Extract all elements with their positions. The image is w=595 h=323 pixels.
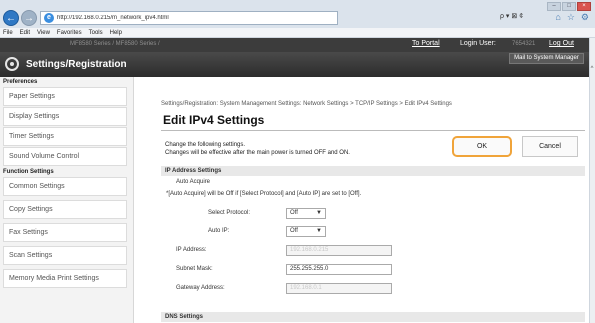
auto-ip-label: Auto IP:: [208, 228, 230, 234]
favorites-star-icon[interactable]: ☆: [567, 12, 575, 23]
subnet-mask-input[interactable]: 255.255.255.0: [286, 264, 392, 275]
address-tools[interactable]: ρ ▾ ⊠ ¢: [500, 12, 523, 20]
breadcrumb: Settings/Registration: System Management…: [161, 101, 452, 107]
title-divider: [161, 130, 585, 131]
arrow-left-icon: ←: [6, 13, 16, 24]
gateway-address-input[interactable]: 192.168.0.1: [286, 283, 392, 294]
login-user-label: Login User:: [460, 40, 496, 47]
menu-edit[interactable]: Edit: [20, 28, 30, 37]
browser-logo-icon: e: [44, 13, 54, 23]
cancel-button[interactable]: Cancel: [522, 136, 578, 157]
sidebar-item-memory-media-print-settings[interactable]: Memory Media Print Settings: [3, 269, 127, 288]
power-note-text: Changes will be effective after the main…: [165, 150, 350, 156]
gateway-address-label: Gateway Address:: [176, 285, 225, 291]
ip-address-label: IP Address:: [176, 247, 207, 253]
menu-file[interactable]: File: [3, 28, 13, 37]
window-controls: – □ ×: [547, 2, 591, 11]
gear-settings-icon[interactable]: ⚙: [581, 12, 589, 23]
page-title: Edit IPv4 Settings: [163, 113, 265, 127]
home-icon[interactable]: ⌂: [555, 12, 560, 23]
chevron-down-icon: ▼: [316, 228, 322, 234]
back-button[interactable]: ←: [3, 10, 19, 26]
settings-gear-icon: [5, 57, 19, 71]
sidebar-item-timer-settings[interactable]: Timer Settings: [3, 127, 127, 146]
login-user-name: 7654321: [512, 41, 536, 47]
sidebar-item-fax-settings[interactable]: Fax Settings: [3, 223, 127, 242]
ip-address-settings-header: IP Address Settings: [161, 166, 585, 176]
sidebar-item-scan-settings[interactable]: Scan Settings: [3, 246, 127, 265]
select-protocol-value: Off: [290, 210, 298, 216]
scroll-up-icon[interactable]: ^: [589, 66, 595, 72]
ip-address-input[interactable]: 192.168.0.215: [286, 245, 392, 256]
sidebar-heading-function-settings: Function Settings: [3, 169, 54, 175]
browser-toolbar-icons: ⌂ ☆ ⚙: [555, 12, 589, 23]
url-text[interactable]: http://192.168.0.215/m_network_ipv4.html: [57, 15, 169, 21]
forward-button[interactable]: →: [21, 10, 37, 26]
to-portal-link[interactable]: To Portal: [412, 40, 440, 47]
auto-ip-value: Off: [290, 228, 298, 234]
dns-settings-header: DNS Settings: [161, 312, 585, 322]
vertical-scrollbar[interactable]: [589, 38, 595, 323]
menu-bar: File Edit View Favorites Tools Help: [0, 28, 595, 38]
menu-view[interactable]: View: [37, 28, 50, 37]
mail-system-manager-button[interactable]: Mail to System Manager: [509, 53, 584, 64]
sidebar-item-common-settings[interactable]: Common Settings: [3, 177, 127, 196]
app-title: Settings/Registration: [26, 59, 127, 70]
sidebar-item-sound-volume-control[interactable]: Sound Volume Control: [3, 147, 127, 166]
address-bar[interactable]: e http://192.168.0.215/m_network_ipv4.ht…: [40, 11, 338, 25]
sidebar-item-copy-settings[interactable]: Copy Settings: [3, 200, 127, 219]
chevron-down-icon: ▼: [316, 210, 322, 216]
minimize-button[interactable]: –: [547, 2, 561, 11]
instruction-text: Change the following settings.: [165, 142, 246, 148]
sidebar-item-paper-settings[interactable]: Paper Settings: [3, 87, 127, 106]
select-protocol-label: Select Protocol:: [208, 210, 251, 216]
auto-ip-dropdown[interactable]: Off ▼: [286, 226, 326, 237]
maximize-button[interactable]: □: [562, 2, 576, 11]
select-protocol-dropdown[interactable]: Off ▼: [286, 208, 326, 219]
logout-link[interactable]: Log Out: [549, 40, 574, 47]
menu-help[interactable]: Help: [110, 28, 122, 37]
auto-acquire-note: *[Auto Acquire] will be Off if [Select P…: [166, 191, 362, 197]
ok-button[interactable]: OK: [452, 136, 512, 157]
sidebar-item-display-settings[interactable]: Display Settings: [3, 107, 127, 126]
auto-acquire-label: Auto Acquire: [176, 179, 211, 185]
close-button[interactable]: ×: [577, 2, 591, 11]
sidebar-heading-preferences: Preferences: [3, 79, 38, 85]
menu-tools[interactable]: Tools: [89, 28, 103, 37]
device-name: MF8580 Series / MF8580 Series /: [70, 41, 160, 47]
subnet-mask-label: Subnet Mask:: [176, 266, 213, 272]
menu-favorites[interactable]: Favorites: [57, 28, 82, 37]
arrow-right-icon: →: [24, 13, 34, 24]
